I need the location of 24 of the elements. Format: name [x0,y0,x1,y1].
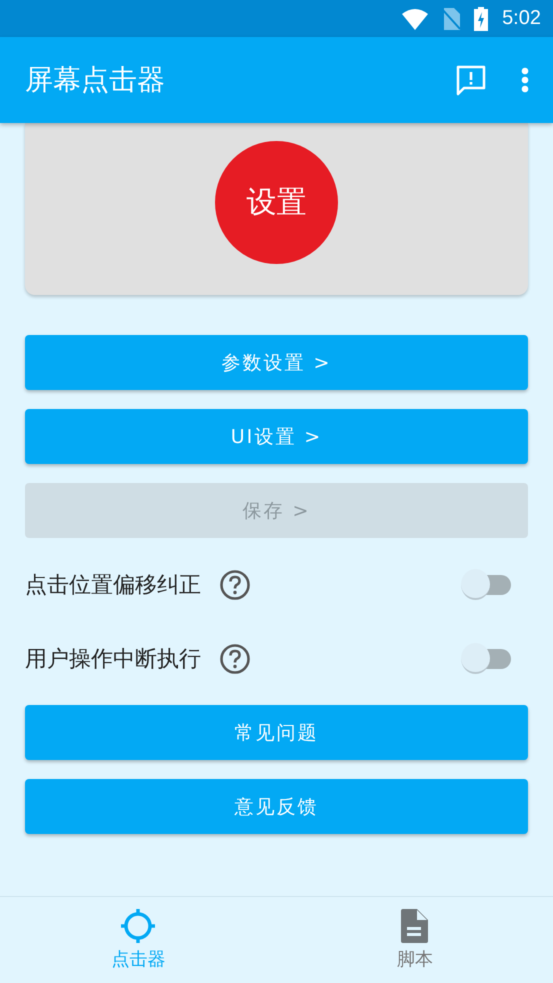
more-menu-icon[interactable] [521,67,529,93]
menu-button[interactable]: 意见反馈 [25,779,528,834]
clock-time: 5:02 [502,7,541,30]
no-sim-icon [442,8,460,30]
document-icon [400,909,430,943]
tab-label: 脚本 [396,948,433,971]
nav-tab[interactable]: 点击器 [0,897,276,983]
feedback-icon[interactable] [455,64,487,96]
menu-button[interactable]: UI设置 > [25,409,528,464]
menu-button[interactable]: 参数设置 > [25,335,528,390]
help-icon[interactable] [219,568,251,600]
settings-button[interactable]: 设置 [215,141,338,264]
battery-charging-icon [474,6,488,30]
app-title: 屏幕点击器 [25,62,166,98]
menu-button[interactable]: 常见问题 [25,705,528,760]
crosshair-icon [121,909,156,943]
toggle-switch[interactable] [461,642,511,674]
setting-label: 用户操作中断执行 [25,646,201,674]
wifi-icon [402,8,428,30]
nav-tab[interactable]: 脚本 [276,897,553,983]
help-icon[interactable] [219,642,251,674]
tab-label: 点击器 [111,948,166,971]
toggle-switch[interactable] [461,568,511,600]
setting-label: 点击位置偏移纠正 [25,572,201,600]
